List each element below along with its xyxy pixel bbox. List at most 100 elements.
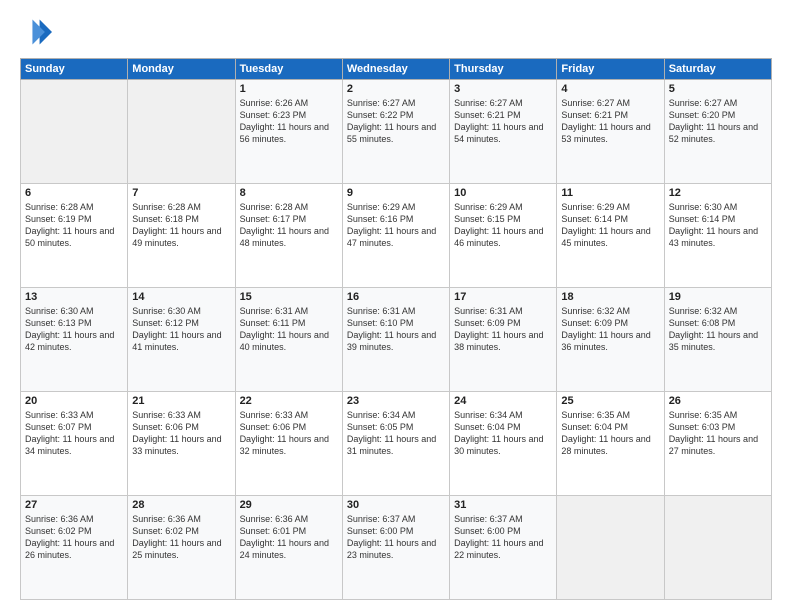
- logo-icon: [20, 16, 52, 48]
- calendar-cell: 13 Sunrise: 6:30 AMSunset: 6:13 PMDayligh…: [21, 288, 128, 392]
- logo: [20, 16, 56, 48]
- calendar-cell: 22Sunrise: 6:33 AMSunset: 6:06 PMDayligh…: [235, 392, 342, 496]
- cell-info: Sunrise: 6:30 AMSunset: 6:12 PMDaylight:…: [132, 306, 221, 352]
- calendar-cell: 2Sunrise: 6:27 AMSunset: 6:22 PMDaylight…: [342, 80, 449, 184]
- day-number: 6: [25, 187, 123, 199]
- cell-info: Sunrise: 6:29 AMSunset: 6:14 PMDaylight:…: [561, 202, 650, 248]
- calendar-cell: 19 Sunrise: 6:32 AMSunset: 6:08 PMDayligh…: [664, 288, 771, 392]
- cell-info: Sunrise: 6:34 AMSunset: 6:04 PMDaylight:…: [454, 410, 543, 456]
- cell-info: Sunrise: 6:32 AMSunset: 6:08 PMDaylight:…: [669, 306, 758, 352]
- page: SundayMondayTuesdayWednesdayThursdayFrid…: [0, 0, 792, 612]
- day-number: 11: [561, 187, 659, 199]
- cell-info: Sunrise: 6:36 AMSunset: 6:02 PMDaylight:…: [25, 514, 114, 560]
- cell-info: Sunrise: 6:31 AMSunset: 6:10 PMDaylight:…: [347, 306, 436, 352]
- cell-info: Sunrise: 6:29 AMSunset: 6:15 PMDaylight:…: [454, 202, 543, 248]
- calendar-cell: [21, 80, 128, 184]
- dow-header-saturday: Saturday: [664, 59, 771, 80]
- dow-header-thursday: Thursday: [450, 59, 557, 80]
- cell-info: Sunrise: 6:26 AMSunset: 6:23 PMDaylight:…: [240, 98, 329, 144]
- day-number: 20: [25, 395, 123, 407]
- day-number: 21: [132, 395, 230, 407]
- day-number: 28: [132, 499, 230, 511]
- calendar-cell: 25Sunrise: 6:35 AMSunset: 6:04 PMDayligh…: [557, 392, 664, 496]
- cell-info: Sunrise: 6:37 AMSunset: 6:00 PMDaylight:…: [347, 514, 436, 560]
- calendar-cell: 24 Sunrise: 6:34 AMSunset: 6:04 PMDayligh…: [450, 392, 557, 496]
- cell-info: Sunrise: 6:34 AMSunset: 6:05 PMDaylight:…: [347, 410, 436, 456]
- cell-info: Sunrise: 6:27 AMSunset: 6:21 PMDaylight:…: [454, 98, 543, 144]
- calendar-cell: 7Sunrise: 6:28 AMSunset: 6:18 PMDaylight…: [128, 184, 235, 288]
- day-number: 29: [240, 499, 338, 511]
- calendar-cell: [557, 496, 664, 600]
- cell-info: Sunrise: 6:27 AMSunset: 6:21 PMDaylight:…: [561, 98, 650, 144]
- calendar-cell: 30 Sunrise: 6:37 AMSunset: 6:00 PMDayligh…: [342, 496, 449, 600]
- cell-info: Sunrise: 6:37 AMSunset: 6:00 PMDaylight:…: [454, 514, 543, 560]
- day-number: 26: [669, 395, 767, 407]
- calendar-cell: [664, 496, 771, 600]
- calendar-cell: 17 Sunrise: 6:31 AMSunset: 6:09 PMDayligh…: [450, 288, 557, 392]
- calendar-cell: 5 Sunrise: 6:27 AMSunset: 6:20 PMDaylight…: [664, 80, 771, 184]
- day-number: 9: [347, 187, 445, 199]
- calendar-cell: 21 Sunrise: 6:33 AMSunset: 6:06 PMDayligh…: [128, 392, 235, 496]
- day-number: 1: [240, 83, 338, 95]
- cell-info: Sunrise: 6:32 AMSunset: 6:09 PMDaylight:…: [561, 306, 650, 352]
- calendar-cell: 9 Sunrise: 6:29 AMSunset: 6:16 PMDaylight…: [342, 184, 449, 288]
- day-number: 14: [132, 291, 230, 303]
- dow-header-tuesday: Tuesday: [235, 59, 342, 80]
- dow-header-sunday: Sunday: [21, 59, 128, 80]
- cell-info: Sunrise: 6:27 AMSunset: 6:20 PMDaylight:…: [669, 98, 758, 144]
- dow-header-wednesday: Wednesday: [342, 59, 449, 80]
- calendar-cell: 26 Sunrise: 6:35 AMSunset: 6:03 PMDayligh…: [664, 392, 771, 496]
- calendar-cell: 14 Sunrise: 6:30 AMSunset: 6:12 PMDayligh…: [128, 288, 235, 392]
- day-number: 24: [454, 395, 552, 407]
- day-number: 19: [669, 291, 767, 303]
- calendar-cell: 8Sunrise: 6:28 AMSunset: 6:17 PMDaylight…: [235, 184, 342, 288]
- cell-info: Sunrise: 6:30 AMSunset: 6:13 PMDaylight:…: [25, 306, 114, 352]
- calendar-cell: 29 Sunrise: 6:36 AMSunset: 6:01 PMDayligh…: [235, 496, 342, 600]
- calendar-cell: 11 Sunrise: 6:29 AMSunset: 6:14 PMDayligh…: [557, 184, 664, 288]
- day-number: 30: [347, 499, 445, 511]
- cell-info: Sunrise: 6:28 AMSunset: 6:18 PMDaylight:…: [132, 202, 221, 248]
- calendar-cell: 1 Sunrise: 6:26 AMSunset: 6:23 PMDaylight…: [235, 80, 342, 184]
- day-number: 13: [25, 291, 123, 303]
- day-number: 22: [240, 395, 338, 407]
- day-number: 23: [347, 395, 445, 407]
- calendar-cell: 16 Sunrise: 6:31 AMSunset: 6:10 PMDayligh…: [342, 288, 449, 392]
- cell-info: Sunrise: 6:29 AMSunset: 6:16 PMDaylight:…: [347, 202, 436, 248]
- cell-info: Sunrise: 6:35 AMSunset: 6:03 PMDaylight:…: [669, 410, 758, 456]
- day-number: 18: [561, 291, 659, 303]
- cell-info: Sunrise: 6:31 AMSunset: 6:11 PMDaylight:…: [240, 306, 329, 352]
- calendar-cell: [128, 80, 235, 184]
- cell-info: Sunrise: 6:30 AMSunset: 6:14 PMDaylight:…: [669, 202, 758, 248]
- day-number: 5: [669, 83, 767, 95]
- calendar-cell: 3 Sunrise: 6:27 AMSunset: 6:21 PMDaylight…: [450, 80, 557, 184]
- header: [20, 16, 772, 48]
- calendar-cell: 20 Sunrise: 6:33 AMSunset: 6:07 PMDayligh…: [21, 392, 128, 496]
- calendar-cell: 27 Sunrise: 6:36 AMSunset: 6:02 PMDayligh…: [21, 496, 128, 600]
- calendar-cell: 10Sunrise: 6:29 AMSunset: 6:15 PMDayligh…: [450, 184, 557, 288]
- cell-info: Sunrise: 6:36 AMSunset: 6:02 PMDaylight:…: [132, 514, 221, 560]
- cell-info: Sunrise: 6:33 AMSunset: 6:06 PMDaylight:…: [132, 410, 221, 456]
- day-number: 3: [454, 83, 552, 95]
- cell-info: Sunrise: 6:28 AMSunset: 6:19 PMDaylight:…: [25, 202, 114, 248]
- calendar-cell: 23 Sunrise: 6:34 AMSunset: 6:05 PMDayligh…: [342, 392, 449, 496]
- cell-info: Sunrise: 6:31 AMSunset: 6:09 PMDaylight:…: [454, 306, 543, 352]
- cell-info: Sunrise: 6:27 AMSunset: 6:22 PMDaylight:…: [347, 98, 436, 144]
- dow-header-friday: Friday: [557, 59, 664, 80]
- cell-info: Sunrise: 6:33 AMSunset: 6:07 PMDaylight:…: [25, 410, 114, 456]
- day-number: 16: [347, 291, 445, 303]
- day-number: 4: [561, 83, 659, 95]
- day-number: 15: [240, 291, 338, 303]
- day-number: 17: [454, 291, 552, 303]
- calendar-cell: 31 Sunrise: 6:37 AMSunset: 6:00 PMDayligh…: [450, 496, 557, 600]
- cell-info: Sunrise: 6:35 AMSunset: 6:04 PMDaylight:…: [561, 410, 650, 456]
- day-number: 31: [454, 499, 552, 511]
- calendar-cell: 4 Sunrise: 6:27 AMSunset: 6:21 PMDaylight…: [557, 80, 664, 184]
- calendar-cell: 12 Sunrise: 6:30 AMSunset: 6:14 PMDayligh…: [664, 184, 771, 288]
- day-number: 27: [25, 499, 123, 511]
- day-number: 12: [669, 187, 767, 199]
- calendar-cell: 28 Sunrise: 6:36 AMSunset: 6:02 PMDayligh…: [128, 496, 235, 600]
- calendar-cell: 6 Sunrise: 6:28 AMSunset: 6:19 PMDaylight…: [21, 184, 128, 288]
- dow-header-monday: Monday: [128, 59, 235, 80]
- cell-info: Sunrise: 6:28 AMSunset: 6:17 PMDaylight:…: [240, 202, 329, 248]
- cell-info: Sunrise: 6:36 AMSunset: 6:01 PMDaylight:…: [240, 514, 329, 560]
